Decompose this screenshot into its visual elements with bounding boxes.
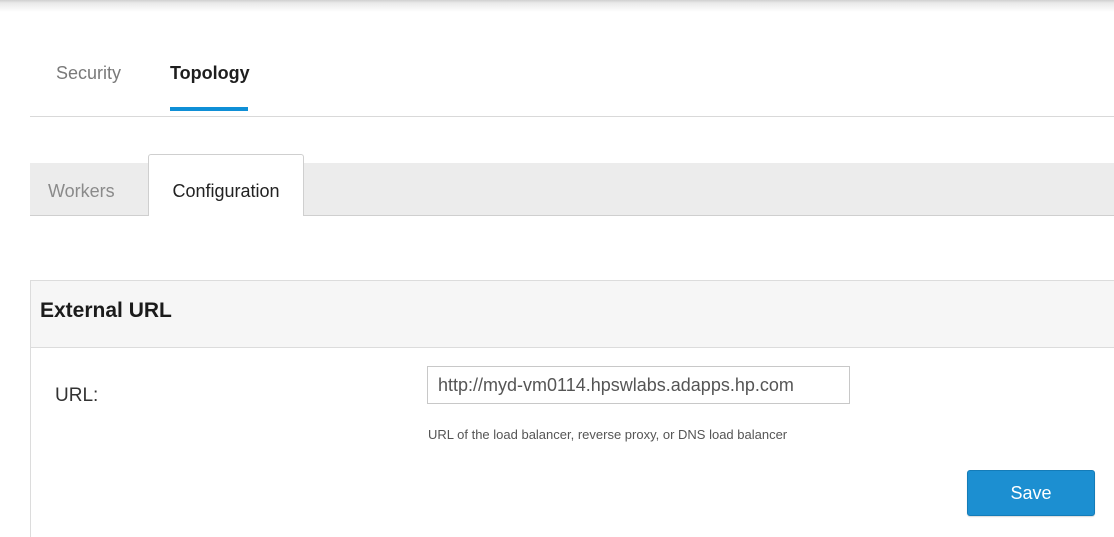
url-label: URL: [55, 385, 99, 406]
tab-workers[interactable]: Workers [48, 163, 115, 215]
main-tabs: Security Topology [30, 58, 1114, 117]
panel-title: External URL [40, 299, 172, 322]
url-help-text: URL of the load balancer, reverse proxy,… [428, 427, 788, 442]
tab-security[interactable]: Security [56, 58, 121, 88]
active-tab-indicator [170, 107, 248, 111]
top-shadow [0, 0, 1114, 12]
tab-configuration[interactable]: Configuration [148, 154, 304, 216]
save-button[interactable]: Save [967, 470, 1095, 516]
url-input[interactable] [427, 366, 850, 404]
tab-topology[interactable]: Topology [170, 58, 250, 88]
sub-tabs: Workers Configuration [30, 154, 1114, 216]
panel-header: External URL [31, 281, 1114, 348]
external-url-panel: External URL URL: URL of the load balanc… [30, 280, 1114, 537]
